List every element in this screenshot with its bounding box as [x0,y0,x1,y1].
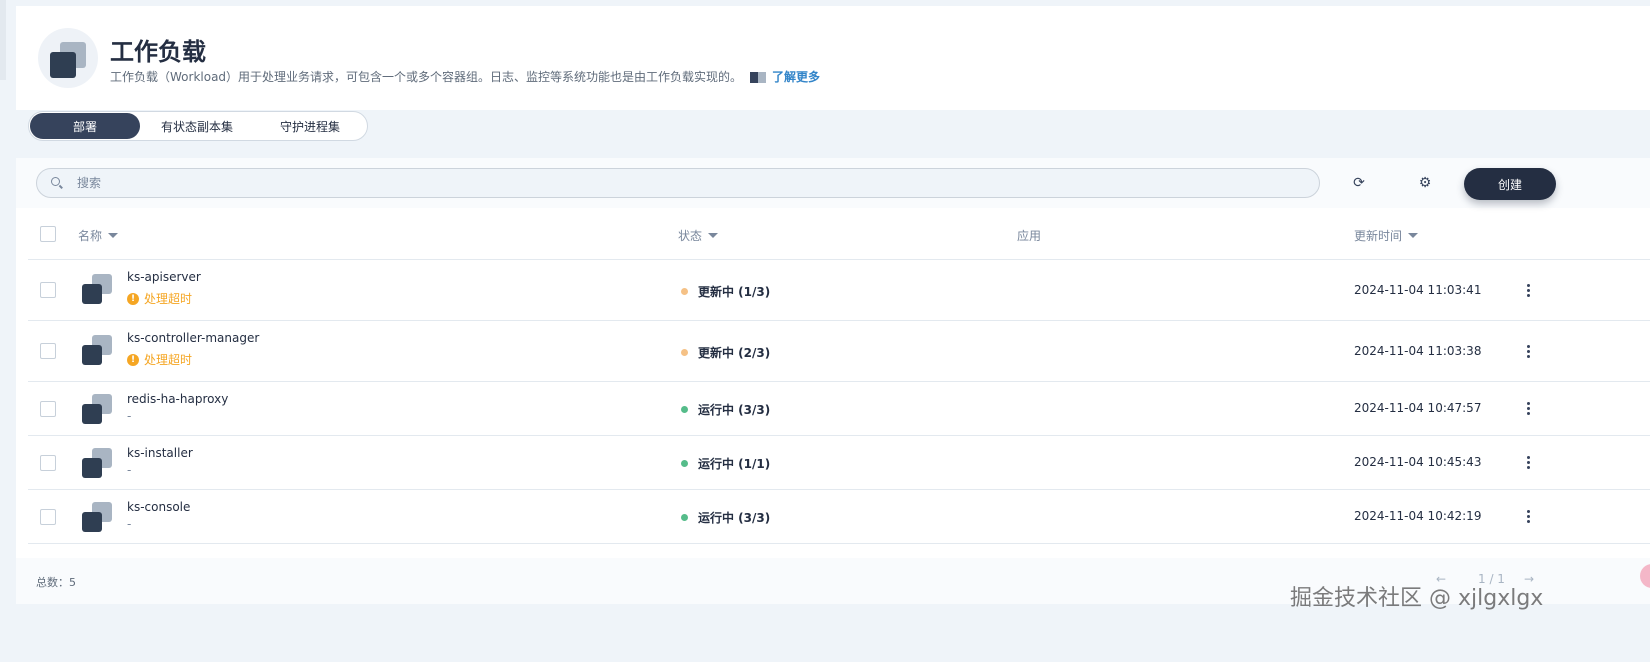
status-label: 运行中 (3/3) [698,511,771,525]
row-checkbox[interactable] [40,343,56,359]
status-badge: 运行中 (3/3) [681,509,770,526]
row-checkbox[interactable] [40,455,56,471]
status-dot-icon [681,406,688,413]
more-vertical-icon[interactable] [1520,282,1536,298]
gear-icon[interactable]: ⚙ [1412,170,1438,196]
row-sub-placeholder: - [127,517,132,531]
left-edge-strip [0,0,6,80]
column-name-header[interactable]: 名称 [78,227,119,244]
column-name-label: 名称 [78,229,103,243]
sort-caret-icon [1408,233,1419,238]
status-label: 更新中 (1/3) [698,285,771,299]
search-input[interactable] [77,176,1319,190]
updated-time: 2024-11-04 11:03:38 [1354,344,1482,358]
table-row: ks-console - 运行中 (3/3) 2024-11-04 10:42:… [28,490,1650,544]
updated-time: 2024-11-04 10:47:57 [1354,401,1482,415]
column-app-header: 应用 [1017,227,1041,244]
workload-name-link[interactable]: ks-installer [127,446,193,460]
table-row: ks-controller-manager ! 处理超时 更新中 (2/3) 2… [28,321,1650,382]
search-icon [51,177,63,189]
status-badge: 运行中 (1/1) [681,455,770,472]
workload-stack-icon [82,502,112,532]
workload-name-link[interactable]: ks-controller-manager [127,331,259,345]
row-checkbox[interactable] [40,401,56,417]
row-warning-label: 处理超时 [144,292,193,306]
updated-time: 2024-11-04 10:45:43 [1354,455,1482,469]
warning-icon: ! [127,353,139,366]
workload-name-link[interactable]: redis-ha-haproxy [127,392,228,406]
tab-statefulsets[interactable]: 有状态副本集 [140,113,254,139]
column-status-label: 状态 [678,229,703,243]
refresh-icon[interactable]: ⟳ [1346,170,1372,196]
learn-more-label: 了解更多 [772,70,821,84]
page-header: 工作负载 工作负载（Workload）用于处理业务请求，可包含一个或多个容器组。… [16,6,1650,110]
row-sub-placeholder: - [127,463,132,477]
watermark: 掘金技术社区 @ xjlgxlgx [1290,586,1544,611]
workload-name-link[interactable]: ks-console [127,500,190,514]
workload-name-link[interactable]: ks-apiserver [127,270,201,284]
column-updated-header[interactable]: 更新时间 [1354,227,1419,244]
workload-stack-icon [38,28,98,88]
more-vertical-icon[interactable] [1520,508,1536,524]
book-icon [750,71,766,83]
row-sub-placeholder: - [127,409,132,423]
updated-time: 2024-11-04 11:03:41 [1354,283,1482,297]
table-row: ks-installer - 运行中 (1/1) 2024-11-04 10:4… [28,436,1650,490]
row-checkbox[interactable] [40,509,56,525]
more-vertical-icon[interactable] [1520,454,1536,470]
warning-icon: ! [127,292,139,305]
workload-type-tabs: 部署 有状态副本集 守护进程集 [28,111,368,141]
workload-stack-icon [82,335,112,365]
sort-caret-icon [108,233,119,238]
more-vertical-icon[interactable] [1520,400,1536,416]
learn-more-link[interactable]: 了解更多 [750,68,820,85]
status-dot-icon [681,349,688,356]
status-dot-icon [681,288,688,295]
page-title: 工作负载 [110,38,206,66]
column-app-label: 应用 [1017,229,1042,243]
updated-time: 2024-11-04 10:42:19 [1354,509,1482,523]
status-dot-icon [681,514,688,521]
status-dot-icon [681,460,688,467]
status-badge: 更新中 (1/3) [681,283,770,300]
page-description: 工作负载（Workload）用于处理业务请求，可包含一个或多个容器组。日志、监控… [110,70,743,84]
row-warning: ! 处理超时 [127,290,192,307]
table-row: ks-apiserver ! 处理超时 更新中 (1/3) 2024-11-04… [28,260,1650,321]
row-warning: ! 处理超时 [127,351,192,368]
status-badge: 更新中 (2/3) [681,344,770,361]
column-updated-label: 更新时间 [1354,229,1403,243]
status-label: 运行中 (1/1) [698,457,771,471]
total-count: 总数：5 [36,576,76,589]
status-label: 更新中 (2/3) [698,346,771,360]
toolbar: ⟳ ⚙ 创建 [16,158,1650,208]
create-button[interactable]: 创建 [1464,168,1556,200]
workload-stack-icon [82,448,112,478]
more-vertical-icon[interactable] [1520,343,1536,359]
tab-daemonsets[interactable]: 守护进程集 [254,113,366,139]
search-box[interactable] [36,168,1320,198]
row-checkbox[interactable] [40,282,56,298]
workload-stack-icon [82,394,112,424]
table-row: redis-ha-haproxy - 运行中 (3/3) 2024-11-04 … [28,382,1650,436]
workload-stack-icon [82,274,112,304]
sort-caret-icon [708,233,719,238]
status-label: 运行中 (3/3) [698,403,771,417]
status-badge: 运行中 (3/3) [681,401,770,418]
tab-deployments[interactable]: 部署 [30,113,140,139]
column-status-header[interactable]: 状态 [678,227,719,244]
select-all-checkbox[interactable] [40,226,56,242]
workload-list-card: ⟳ ⚙ 创建 名称 状态 应用 更新时间 ks-apiserver ! 处理超时 [16,158,1650,604]
row-warning-label: 处理超时 [144,353,193,367]
table-header: 名称 状态 应用 更新时间 [28,210,1650,260]
